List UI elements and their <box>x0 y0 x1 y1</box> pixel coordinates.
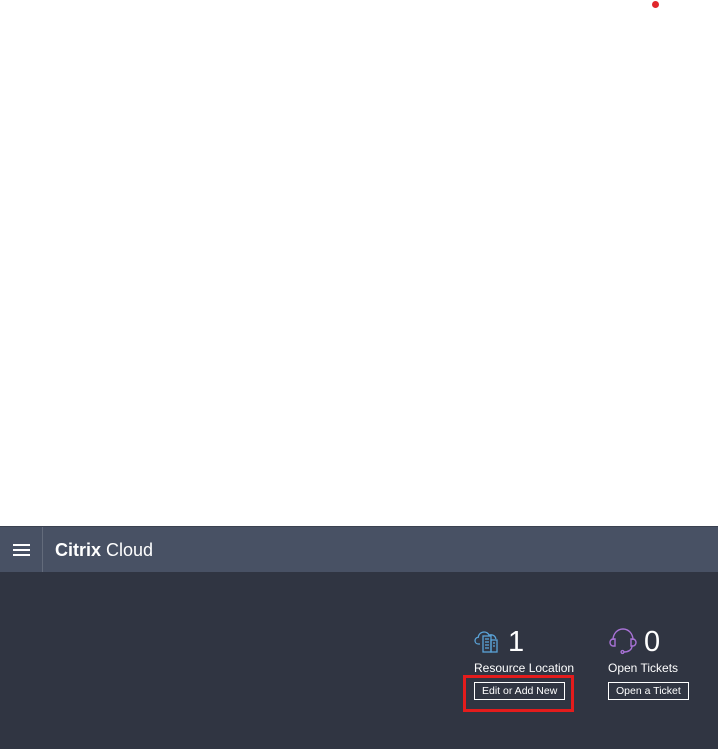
menu-icon[interactable] <box>0 527 43 573</box>
resource-location-label: Resource Location <box>474 661 575 675</box>
cloud-building-icon <box>474 627 502 658</box>
open-tickets-count: 0 <box>644 626 661 658</box>
resource-location-count: 1 <box>508 626 525 658</box>
brand-light: Cloud <box>106 540 154 560</box>
open-tickets-widget: 0 Open Tickets Open a Ticket <box>608 627 689 700</box>
notification-dot <box>652 1 659 8</box>
open-tickets-label: Open Tickets <box>608 661 679 675</box>
headset-icon <box>608 625 638 660</box>
brand-bold: Citrix <box>55 540 102 560</box>
brand-logo[interactable]: Citrix Cloud <box>55 539 153 561</box>
dashboard-panel: 1 Resource Location Edit or Add New 0 Op… <box>0 572 718 749</box>
open-a-ticket-button[interactable]: Open a Ticket <box>608 682 689 700</box>
top-navbar: Citrix Cloud <box>0 526 718 573</box>
highlight-box <box>463 675 574 712</box>
